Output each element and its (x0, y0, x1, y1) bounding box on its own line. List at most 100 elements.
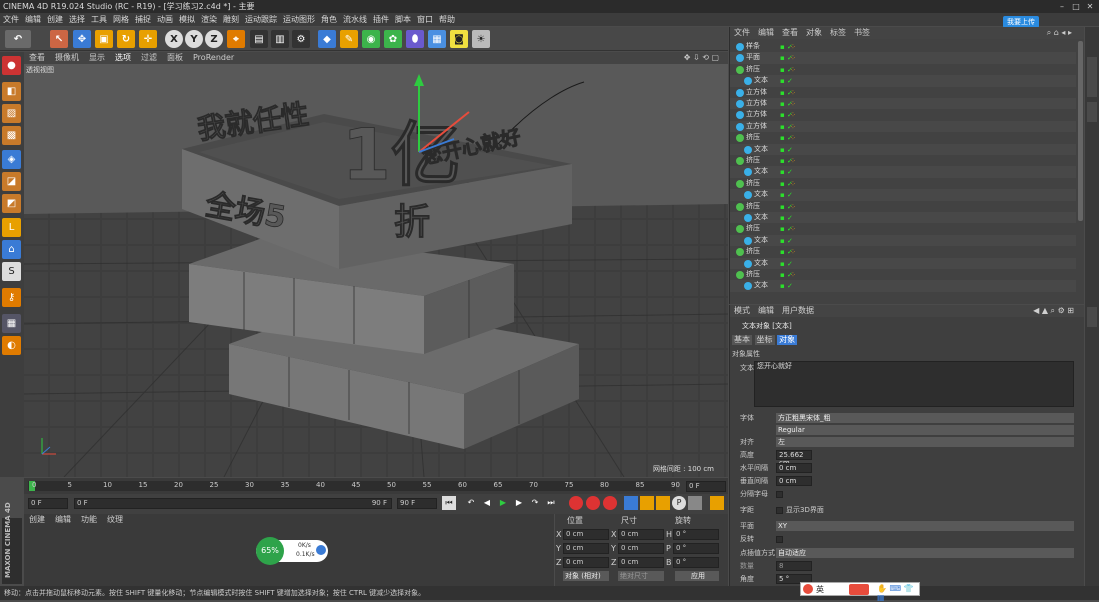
menu-plugins[interactable]: 插件 (370, 13, 392, 26)
phong-tag-icon[interactable]: ⁘ (790, 110, 796, 121)
visibility-check-icon[interactable]: ▪ ✓ (780, 236, 793, 247)
timeline-end-field[interactable]: 0 F (686, 481, 726, 492)
solo-icon[interactable]: ◐ (2, 336, 21, 355)
menu-help[interactable]: 帮助 (436, 13, 458, 26)
phong-tag-icon[interactable]: ⁘ (790, 122, 796, 133)
next-frame-icon[interactable]: ▶ (512, 496, 526, 510)
show-3d-checkbox[interactable] (776, 507, 783, 514)
render-picture-viewer-icon[interactable]: ▥ (271, 30, 289, 48)
vspace-field[interactable]: 0 cm (776, 476, 812, 486)
object-row[interactable]: 平面 ▪ ✓ ⁘ (730, 52, 1076, 64)
pen-spline-icon[interactable]: ✎ (340, 30, 358, 48)
minimize-icon[interactable]: – (1055, 0, 1069, 13)
phong-tag-icon[interactable]: ⁘ (790, 88, 796, 99)
undo-icon[interactable]: ↶ (5, 30, 31, 48)
object-row[interactable]: 挤压 ▪ ✓ ⁘ (730, 155, 1076, 166)
objmgr-search-icon[interactable]: ⌕ ⌂ ◂ ▸ (1043, 27, 1076, 39)
object-row[interactable]: 文本 ▪ ✓ (730, 189, 1076, 201)
make-editable-icon[interactable]: ● (2, 56, 21, 75)
visibility-check-icon[interactable]: ▪ ✓ (780, 167, 793, 178)
objmgr-menu-edit[interactable]: 编辑 (754, 27, 778, 39)
object-row[interactable]: 文本 ▪ ✓ (730, 234, 1076, 247)
position-x-field[interactable]: 0 cm (563, 529, 609, 540)
visibility-check-icon[interactable]: ▪ ✓ (780, 213, 793, 224)
model-mode-icon[interactable]: ◧ (2, 82, 21, 101)
object-row[interactable]: 文本 ▪ ✓ (730, 280, 1076, 292)
attr-tab-coord[interactable]: 坐标 (754, 335, 775, 345)
autokey-icon[interactable] (586, 496, 600, 510)
key-position-icon[interactable] (624, 496, 638, 510)
goto-start-icon[interactable]: ⏮ (442, 496, 456, 510)
enable-axis-icon[interactable]: L (2, 218, 21, 237)
key-rotation-icon[interactable] (656, 496, 670, 510)
subdivision-icon[interactable]: ◉ (362, 30, 380, 48)
ime-toolbar[interactable]: 英 ✋ ⌨ 👕 ▦ (800, 582, 920, 602)
objmgr-menu-view[interactable]: 查看 (778, 27, 802, 39)
viewport-menu-options[interactable]: 选项 (110, 52, 136, 64)
play-icon[interactable]: ▶ (496, 496, 510, 510)
menu-edit[interactable]: 编辑 (22, 13, 44, 26)
separate-letters-checkbox[interactable] (776, 491, 783, 498)
menu-motion-tracking[interactable]: 运动跟踪 (242, 13, 280, 26)
size-y-field[interactable]: 0 cm (618, 543, 664, 554)
phong-tag-icon[interactable]: ⁘ (790, 65, 796, 76)
plane-select[interactable]: XY (776, 521, 1074, 531)
phong-tag-icon[interactable]: ⁘ (790, 156, 796, 167)
objmgr-menu-bookmarks[interactable]: 书签 (850, 27, 874, 39)
size-x-field[interactable]: 0 cm (618, 529, 664, 540)
menu-animate[interactable]: 动画 (154, 13, 176, 26)
attr-tab-basic[interactable]: 基本 (732, 335, 752, 345)
font-select[interactable]: 方正粗黑宋体_粗 (776, 413, 1074, 423)
render-view-icon[interactable]: ▤ (250, 30, 268, 48)
ime-lang[interactable]: 英 (816, 584, 824, 595)
object-row[interactable]: 立方体 ▪ ✓ ⁘ (730, 109, 1076, 120)
cloner-icon[interactable]: ✿ (384, 30, 402, 48)
apply-button[interactable]: 应用 (675, 571, 719, 581)
object-row[interactable]: 立方体 ▪ ✓ ⁘ (730, 98, 1076, 110)
coordinate-system-icon[interactable]: ⌖ (227, 30, 245, 48)
deformer-icon[interactable]: ⬮ (406, 30, 424, 48)
objmgr-menu-file[interactable]: 文件 (730, 27, 754, 39)
visibility-check-icon[interactable]: ▪ ✓ (780, 259, 793, 270)
start-frame-field[interactable]: 0 F (28, 498, 68, 509)
menu-mograph[interactable]: 运动图形 (280, 13, 318, 26)
menu-script[interactable]: 脚本 (392, 13, 414, 26)
move-tool-icon[interactable]: ✥ (73, 30, 91, 48)
object-row[interactable]: 挤压 ▪ ✓ ⁘ (730, 64, 1076, 75)
perspective-viewport[interactable]: 我就任性 1亿 您开心就好 全场5 折 透视视图 网格间距 : 100 cm (24, 64, 728, 477)
objmgr-menu-objects[interactable]: 对象 (802, 27, 826, 39)
phong-tag-icon[interactable]: ⁘ (790, 53, 796, 64)
menu-snap[interactable]: 捕捉 (132, 13, 154, 26)
object-row[interactable]: 挤压 ▪ ✓ ⁘ (730, 223, 1076, 234)
menu-file[interactable]: 文件 (0, 13, 22, 26)
tweak-icon[interactable]: ⌂ (2, 240, 21, 259)
object-row[interactable]: 挤压 ▪ ✓ ⁘ (730, 269, 1076, 280)
interpolation-select[interactable]: 自动适应 (776, 548, 1074, 558)
record-icon[interactable] (569, 496, 583, 510)
phong-tag-icon[interactable]: ⁘ (790, 247, 796, 258)
rotation-b-field[interactable]: 0 ° (673, 557, 719, 568)
points-mode-icon[interactable]: ◈ (2, 150, 21, 169)
viewport-menu-display[interactable]: 显示 (84, 52, 110, 64)
attr-menu-userdata[interactable]: 用户数据 (778, 306, 818, 315)
keyframe-selection-icon[interactable] (603, 496, 617, 510)
object-list-scrollbar[interactable] (1078, 41, 1083, 221)
side-tab-objects[interactable] (1087, 57, 1097, 97)
network-speed-widget[interactable]: 65% 0K/s 0.1K/s (256, 537, 328, 565)
menu-render[interactable]: 渲染 (198, 13, 220, 26)
render-settings-icon[interactable]: ⚙ (292, 30, 310, 48)
phong-tag-icon[interactable]: ⁘ (790, 270, 796, 281)
attr-nav-icons[interactable]: ◀ ▲ ⌕ ⚙ ⊞ (1033, 305, 1074, 317)
menu-character[interactable]: 角色 (318, 13, 340, 26)
recent-tool-icon[interactable]: ✛ (139, 30, 157, 48)
side-tab-attributes[interactable] (1087, 307, 1097, 327)
object-row[interactable]: 挤压 ▪ ✓ ⁘ (730, 246, 1076, 257)
object-row[interactable]: 挤压 ▪ ✓ ⁘ (730, 132, 1076, 143)
timeline-window-icon[interactable] (710, 496, 724, 510)
object-row[interactable]: 文本 ▪ ✓ (730, 257, 1076, 270)
size-z-field[interactable]: 0 cm (618, 557, 664, 568)
menu-tools[interactable]: 工具 (88, 13, 110, 26)
object-row[interactable]: 挤压 ▪ ✓ ⁘ (730, 201, 1076, 212)
z-axis-lock-icon[interactable]: Z (205, 30, 223, 48)
goto-end-icon[interactable]: ⏭ (544, 496, 558, 510)
